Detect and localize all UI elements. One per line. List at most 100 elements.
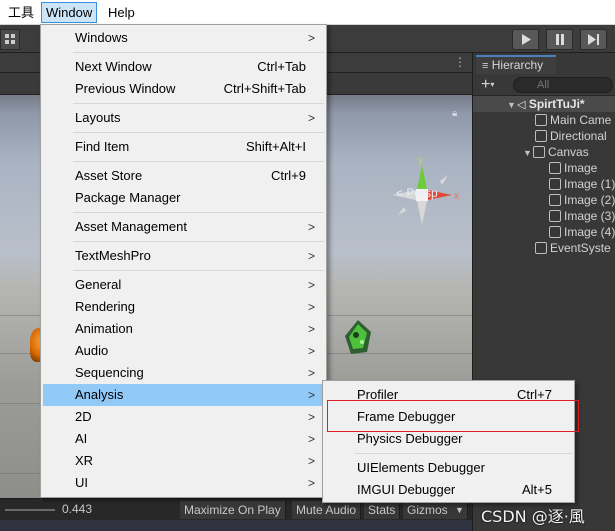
menu-item-uielements-debugger[interactable]: UIElements Debugger bbox=[325, 457, 572, 479]
hierarchy-item-label: Image (4) bbox=[564, 225, 615, 239]
gameobject-icon bbox=[535, 242, 547, 254]
hierarchy-item-label: Image (2) bbox=[564, 193, 615, 207]
menu-separator bbox=[73, 270, 324, 271]
gizmos-dropdown[interactable]: Gizmos bbox=[403, 501, 453, 519]
expand-arrow-icon[interactable]: ▼ bbox=[523, 145, 533, 160]
submenu-arrow-icon: > bbox=[307, 366, 315, 380]
menu-item-ai[interactable]: AI > bbox=[43, 428, 324, 450]
lock-icon[interactable]: 🔒︎ bbox=[452, 108, 457, 119]
gameobject-icon bbox=[549, 226, 561, 238]
hierarchy-item-label: Main Came bbox=[550, 113, 612, 127]
menu-item-windows[interactable]: Windows > bbox=[43, 27, 324, 49]
list-icon: ≡ bbox=[482, 60, 489, 72]
menu-tools[interactable]: 工具 bbox=[5, 2, 37, 23]
menu-item-layouts[interactable]: Layouts > bbox=[43, 107, 324, 129]
gameobject-icon bbox=[535, 114, 547, 126]
hierarchy-tab[interactable]: ≡ Hierarchy bbox=[476, 55, 556, 74]
menu-window[interactable]: Window bbox=[41, 2, 98, 23]
menu-item-label: Rendering bbox=[75, 299, 135, 314]
hierarchy-item[interactable]: Image (3) bbox=[473, 208, 615, 224]
stats-toggle[interactable]: Stats bbox=[364, 501, 401, 519]
submenu-arrow-icon: > bbox=[307, 476, 315, 490]
hierarchy-item-label: Image (3) bbox=[564, 209, 615, 223]
menu-item-asset-management[interactable]: Asset Management > bbox=[43, 216, 324, 238]
hierarchy-toolbar: +▾ ⌕ bbox=[473, 74, 615, 96]
gizmo-x-label: x bbox=[454, 191, 459, 202]
menu-item-2d[interactable]: 2D > bbox=[43, 406, 324, 428]
menu-separator bbox=[73, 212, 324, 213]
menu-item-previous-window[interactable]: Previous Window Ctrl+Shift+Tab bbox=[43, 78, 324, 100]
menu-item-label: 2D bbox=[75, 409, 92, 424]
hierarchy-item-label: Canvas bbox=[548, 145, 589, 159]
hierarchy-item[interactable]: Image (4) bbox=[473, 224, 615, 240]
gameobject-icon bbox=[549, 162, 561, 174]
hierarchy-item[interactable]: Image (1) bbox=[473, 176, 615, 192]
menu-item-imgui-debugger[interactable]: IMGUI Debugger Alt+5 bbox=[325, 479, 572, 501]
gameobject-icon bbox=[535, 130, 547, 142]
menu-item-label: Animation bbox=[75, 321, 133, 336]
play-button[interactable] bbox=[512, 29, 539, 50]
menu-item-label: XR bbox=[75, 453, 94, 468]
hierarchy-item[interactable]: Directional bbox=[473, 128, 615, 144]
menu-item-label: AI bbox=[75, 431, 88, 446]
step-button[interactable] bbox=[580, 29, 607, 50]
chevron-down-icon[interactable]: ▼ bbox=[452, 501, 468, 519]
menu-item-label: Physics Debugger bbox=[357, 431, 463, 446]
hierarchy-item[interactable]: ▼ Canvas bbox=[473, 144, 615, 160]
hierarchy-scene-row[interactable]: ▼◁ SpirtTuJi* bbox=[473, 96, 615, 112]
menu-item-shortcut: Shift+Alt+I bbox=[246, 139, 306, 154]
menu-item-sequencing[interactable]: Sequencing > bbox=[43, 362, 324, 384]
submenu-arrow-icon: > bbox=[307, 322, 315, 336]
menu-item-analysis[interactable]: Analysis > bbox=[43, 384, 324, 406]
submenu-arrow-icon: > bbox=[307, 454, 315, 468]
scene-object-green[interactable] bbox=[343, 318, 373, 356]
submenu-arrow-icon: > bbox=[307, 300, 315, 314]
menu-item-find-item[interactable]: Find Item Shift+Alt+I bbox=[43, 136, 324, 158]
hierarchy-item[interactable]: Main Came bbox=[473, 112, 615, 128]
pause-icon bbox=[555, 34, 564, 45]
menu-item-audio[interactable]: Audio > bbox=[43, 340, 324, 362]
submenu-arrow-icon: > bbox=[307, 111, 315, 125]
pause-button[interactable] bbox=[546, 29, 573, 50]
menu-item-label: UI bbox=[75, 475, 88, 490]
menu-item-xr[interactable]: XR > bbox=[43, 450, 324, 472]
menu-item-package-manager[interactable]: Package Manager bbox=[43, 187, 324, 209]
mute-audio-toggle[interactable]: Mute Audio bbox=[292, 501, 362, 519]
hierarchy-search-input[interactable] bbox=[513, 77, 613, 93]
account-icon[interactable] bbox=[0, 29, 20, 50]
expand-arrow-icon[interactable]: ▼ bbox=[507, 97, 517, 112]
gameobject-icon bbox=[549, 210, 561, 222]
submenu-arrow-icon: > bbox=[307, 278, 315, 292]
window-menu-dropdown: Windows > Next Window Ctrl+Tab Previous … bbox=[40, 24, 327, 498]
submenu-arrow-icon: > bbox=[307, 388, 315, 402]
more-options-icon[interactable]: ⋮ bbox=[454, 55, 466, 69]
scene-gizmo[interactable]: y x bbox=[390, 153, 470, 248]
add-icon[interactable]: +▾ bbox=[481, 76, 494, 94]
menu-item-asset-store[interactable]: Asset Store Ctrl+9 bbox=[43, 165, 324, 187]
menu-item-ui[interactable]: UI > bbox=[43, 472, 324, 494]
hierarchy-item-label: Image bbox=[564, 161, 598, 175]
gizmo-y-label: y bbox=[418, 155, 423, 166]
persp-label[interactable]: < Persp bbox=[396, 186, 438, 200]
hierarchy-item[interactable]: EventSyste bbox=[473, 240, 615, 256]
menu-item-rendering[interactable]: Rendering > bbox=[43, 296, 324, 318]
menu-item-label: Asset Management bbox=[75, 219, 188, 234]
menu-item-label: Sequencing bbox=[75, 365, 144, 380]
analysis-submenu: Profiler Ctrl+7 Frame Debugger Physics D… bbox=[322, 380, 575, 503]
menu-help[interactable]: Help bbox=[105, 2, 138, 23]
scale-slider[interactable] bbox=[5, 509, 55, 511]
maximize-on-play-toggle[interactable]: Maximize On Play bbox=[180, 501, 286, 519]
menu-item-general[interactable]: General > bbox=[43, 274, 324, 296]
menu-separator bbox=[73, 103, 324, 104]
menu-item-shortcut: Ctrl+9 bbox=[270, 168, 306, 183]
hierarchy-item[interactable]: Image bbox=[473, 160, 615, 176]
submenu-arrow-icon: > bbox=[307, 220, 315, 234]
menu-item-next-window[interactable]: Next Window Ctrl+Tab bbox=[43, 56, 324, 78]
menu-item-label: Audio bbox=[75, 343, 109, 358]
menu-item-animation[interactable]: Animation > bbox=[43, 318, 324, 340]
menu-item-textmeshpro[interactable]: TextMeshPro > bbox=[43, 245, 324, 267]
hierarchy-item[interactable]: Image (2) bbox=[473, 192, 615, 208]
hierarchy-item-label: SpirtTuJi* bbox=[528, 97, 585, 111]
menu-separator bbox=[73, 52, 324, 53]
gameobject-icon bbox=[549, 178, 561, 190]
